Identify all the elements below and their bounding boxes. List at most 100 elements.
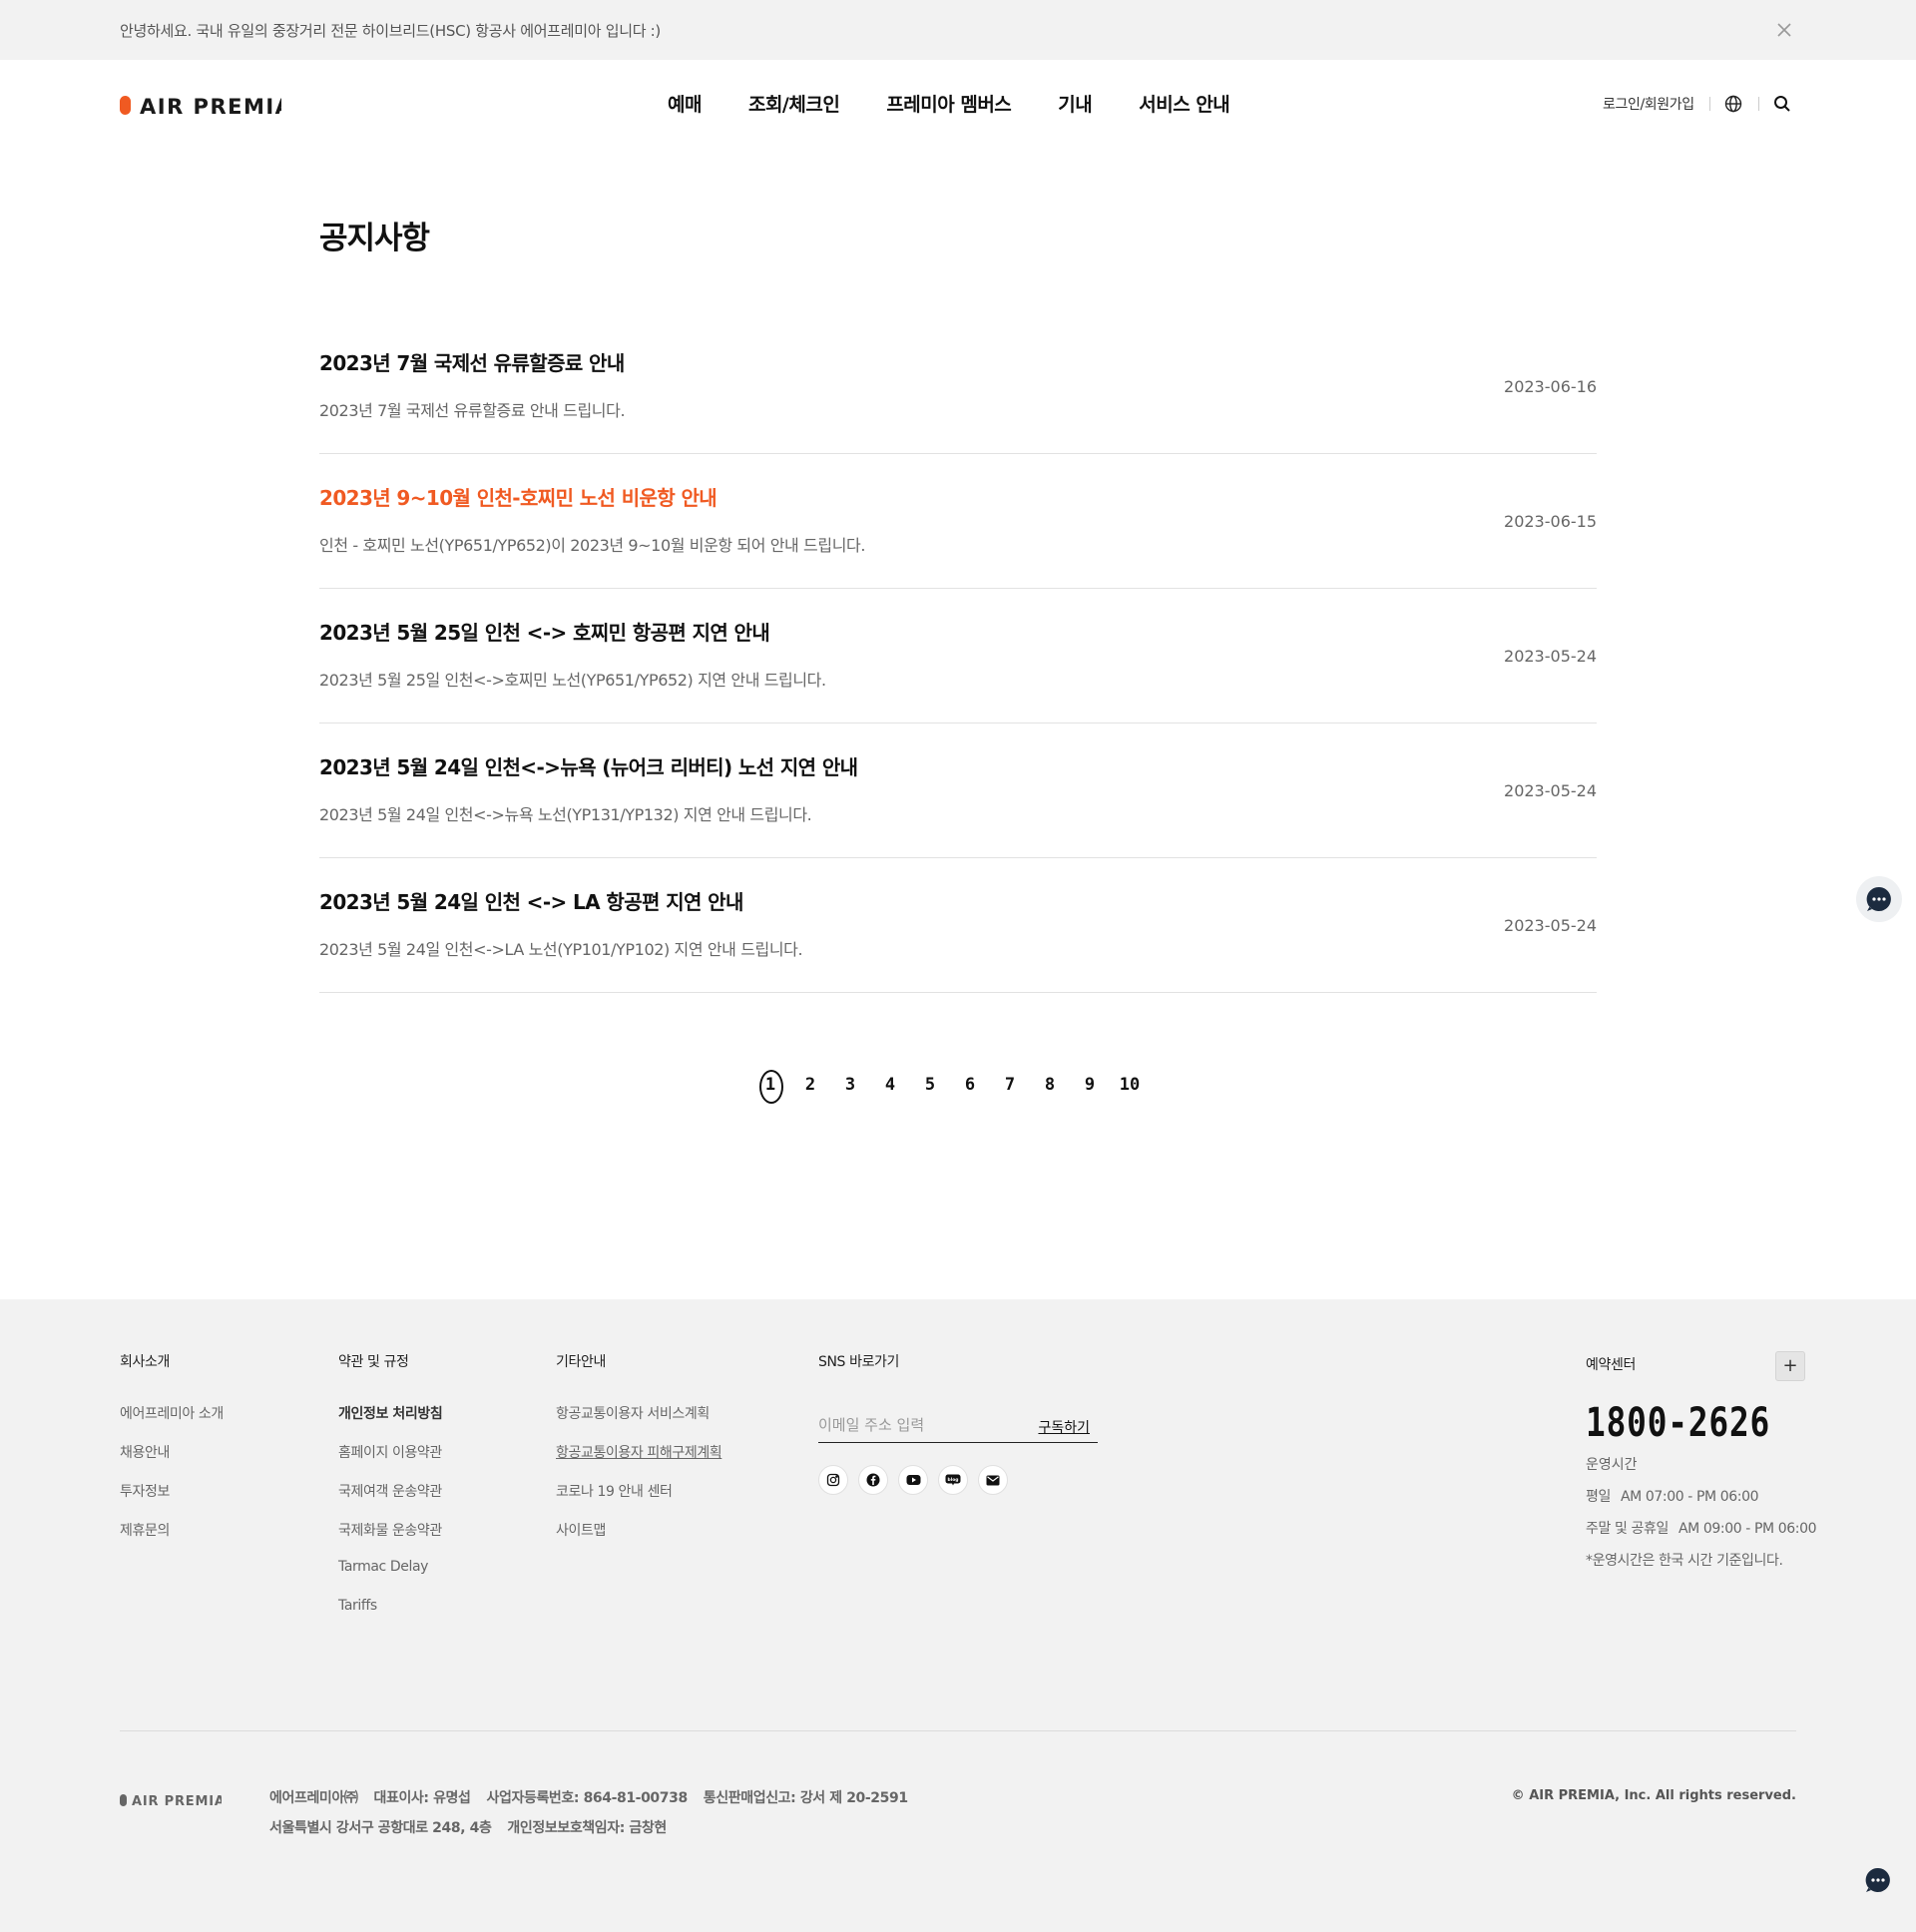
page-7-button[interactable]: 7 xyxy=(990,1068,1030,1102)
company-biz-no: 사업자등록번호: 864-81-00738 xyxy=(486,1790,689,1806)
weekday-time: AM 07:00 - PM 06:00 xyxy=(1620,1489,1759,1505)
notice-bar: 안녕하세요. 국내 유일의 중장거리 전문 하이브리드(HSC) 항공사 에어프… xyxy=(0,0,1916,60)
page-1-button[interactable]: 1 xyxy=(750,1068,790,1104)
notice-item[interactable]: 2023년 9~10월 인천-호찌민 노선 비운항 안내 인천 - 호찌민 노선… xyxy=(319,454,1597,589)
page-4-button[interactable]: 4 xyxy=(870,1068,910,1102)
login-link[interactable]: 로그인/회원가입 xyxy=(1603,94,1694,114)
nav-inflight[interactable]: 기내 xyxy=(1058,90,1092,117)
page-5-button[interactable]: 5 xyxy=(910,1068,950,1102)
footer-link[interactable]: 국제여객 운송약관 xyxy=(338,1481,442,1520)
expand-button[interactable]: + xyxy=(1775,1351,1805,1381)
footer-col-terms: 약관 및 규정 개인정보 처리방침 홈페이지 이용약관 국제여객 운송약관 국제… xyxy=(338,1351,443,1637)
footer-link[interactable]: 제휴문의 xyxy=(120,1520,224,1559)
nav-reservation[interactable]: 예매 xyxy=(668,90,702,117)
svg-text:blog: blog xyxy=(947,1477,958,1483)
notice-date: 2023-06-16 xyxy=(1504,377,1597,396)
weekday-hours: 평일 AM 07:00 - PM 06:00 xyxy=(1586,1486,1807,1506)
mail-icon[interactable] xyxy=(978,1465,1008,1495)
footer-link[interactable]: Tarmac Delay xyxy=(338,1559,442,1598)
divider xyxy=(1709,97,1710,111)
notice-item[interactable]: 2023년 5월 24일 인천 <-> LA 항공편 지연 안내 2023년 5… xyxy=(319,858,1597,993)
footer-col-title: 회사소개 xyxy=(120,1354,170,1370)
page-3-button[interactable]: 3 xyxy=(830,1068,870,1102)
footer-link[interactable]: 채용안내 xyxy=(120,1442,224,1481)
hours-label: 운영시간 xyxy=(1586,1457,1638,1473)
youtube-icon[interactable] xyxy=(898,1465,928,1495)
company-ceo: 대표이사: 유명섭 xyxy=(373,1790,471,1806)
footer-col-company: 회사소개 에어프레미아 소개 채용안내 투자정보 제휴문의 xyxy=(120,1351,224,1559)
footer-link[interactable]: 사이트맵 xyxy=(556,1520,721,1559)
notice-date: 2023-05-24 xyxy=(1504,916,1597,935)
notice-title[interactable]: 2023년 5월 24일 인천<->뉴욕 (뉴어크 리버티) 노선 지연 안내 xyxy=(319,751,858,780)
notice-title[interactable]: 2023년 5월 25일 인천 <-> 호찌민 항공편 지연 안내 xyxy=(319,617,770,646)
page-10-button[interactable]: 10 xyxy=(1110,1068,1150,1102)
notice-list: 2023년 7월 국제선 유류할증료 안내 2023년 7월 국제선 유류할증료… xyxy=(319,319,1597,993)
close-icon[interactable] xyxy=(1774,20,1794,40)
air-premia-logo[interactable]: AIR PREMIA xyxy=(120,93,281,119)
search-icon[interactable] xyxy=(1772,94,1792,114)
blog-icon[interactable]: blog xyxy=(938,1465,968,1495)
footer-col-title: 기타안내 xyxy=(556,1354,606,1370)
footer-link[interactable]: 홈페이지 이용약관 xyxy=(338,1442,442,1481)
footer-col-title: 약관 및 규정 xyxy=(338,1354,409,1370)
notice-description: 인천 - 호찌민 노선(YP651/YP652)이 2023년 9~10월 비운… xyxy=(319,536,866,555)
notice-item[interactable]: 2023년 5월 24일 인천<->뉴욕 (뉴어크 리버티) 노선 지연 안내 … xyxy=(319,724,1597,858)
page-title: 공지사항 xyxy=(319,221,430,256)
page-2-button[interactable]: 2 xyxy=(790,1068,830,1102)
company-ecommerce: 통신판매업신고: 강서 제 20-2591 xyxy=(703,1790,908,1806)
footer-link[interactable]: Tariffs xyxy=(338,1598,442,1637)
weekend-hours: 주말 및 공휴일 AM 09:00 - PM 06:00 xyxy=(1586,1518,1817,1538)
notice-description: 2023년 5월 24일 인천<->LA 노선(YP101/YP102) 지연 … xyxy=(319,940,803,959)
weekend-label: 주말 및 공휴일 xyxy=(1586,1521,1669,1537)
footer-link[interactable]: 에어프레미아 소개 xyxy=(120,1403,224,1442)
site-header: AIR PREMIA 예매 조회/체크인 프레미아 멤버스 기내 서비스 안내 … xyxy=(0,60,1916,148)
call-center-title: 예약센터 xyxy=(1586,1357,1636,1373)
nav-checkin[interactable]: 조회/체크인 xyxy=(748,90,840,117)
company-address: 서울특별시 강서구 공항대로 248, 4층 xyxy=(269,1820,492,1836)
call-center: 예약센터 + 1800-2626 운영시간 평일 AM 07:00 - PM 06… xyxy=(1586,1351,1817,1570)
notice-title[interactable]: 2023년 7월 국제선 유류할증료 안내 xyxy=(319,347,625,376)
divider xyxy=(1758,97,1759,111)
footer-link[interactable]: 투자정보 xyxy=(120,1481,224,1520)
footer-link[interactable]: 항공교통이용자 피해구제계획 xyxy=(556,1442,722,1481)
notice-date: 2023-06-15 xyxy=(1504,512,1597,531)
sns-section: SNS 바로가기 구독하기 blog xyxy=(818,1351,1098,1495)
page-9-button[interactable]: 9 xyxy=(1070,1068,1110,1102)
notice-item[interactable]: 2023년 7월 국제선 유류할증료 안내 2023년 7월 국제선 유류할증료… xyxy=(319,319,1597,454)
pagination: 1 2 3 4 5 6 7 8 9 10 xyxy=(750,1068,1150,1104)
email-input[interactable] xyxy=(818,1411,1018,1439)
footer-divider xyxy=(120,1730,1796,1731)
chat-icon[interactable] xyxy=(1864,1866,1892,1894)
footer-logo-text: AIR PREMIA xyxy=(132,1794,222,1808)
subscribe-button[interactable]: 구독하기 xyxy=(1038,1417,1090,1437)
company-privacy-officer: 개인정보보호책임자: 금창현 xyxy=(507,1820,667,1836)
phone-number: 1800-2626 xyxy=(1586,1400,1771,1446)
chat-icon xyxy=(1866,886,1891,911)
page-6-button[interactable]: 6 xyxy=(950,1068,990,1102)
footer-link[interactable]: 개인정보 처리방침 xyxy=(338,1403,443,1442)
facebook-icon[interactable] xyxy=(858,1465,888,1495)
notice-bar-text: 안녕하세요. 국내 유일의 중장거리 전문 하이브리드(HSC) 항공사 에어프… xyxy=(120,22,661,40)
footer-link[interactable]: 국제화물 운송약관 xyxy=(338,1520,442,1559)
company-name: 에어프레미아㈜ xyxy=(269,1790,358,1806)
notice-description: 2023년 5월 24일 인천<->뉴욕 노선(YP131/YP132) 지연 … xyxy=(319,805,812,824)
page-8-button[interactable]: 8 xyxy=(1030,1068,1070,1102)
company-info: 에어프레미아㈜ 대표이사: 유명섭 사업자등록번호: 864-81-00738 통신판… xyxy=(269,1787,908,1847)
weekend-time: AM 09:00 - PM 06:00 xyxy=(1677,1521,1817,1537)
footer-link[interactable]: 항공교통이용자 서비스계획 xyxy=(556,1403,721,1442)
notice-date: 2023-05-24 xyxy=(1504,647,1597,666)
chat-button[interactable] xyxy=(1856,876,1902,922)
globe-icon[interactable] xyxy=(1723,94,1743,114)
footer-link[interactable]: 코로나 19 안내 센터 xyxy=(556,1481,721,1520)
newsletter-form: 구독하기 xyxy=(818,1411,1098,1443)
instagram-icon[interactable] xyxy=(818,1465,848,1495)
nav-service[interactable]: 서비스 안내 xyxy=(1139,90,1230,117)
notice-item[interactable]: 2023년 5월 25일 인천 <-> 호찌민 항공편 지연 안내 2023년 … xyxy=(319,589,1597,724)
logo-text: AIR PREMIA xyxy=(140,95,281,119)
notice-title[interactable]: 2023년 9~10월 인천-호찌민 노선 비운항 안내 xyxy=(319,482,718,511)
notice-title[interactable]: 2023년 5월 24일 인천 <-> LA 항공편 지연 안내 xyxy=(319,886,743,915)
nav-members[interactable]: 프레미아 멤버스 xyxy=(886,90,1011,117)
main-nav: 예매 조회/체크인 프레미아 멤버스 기내 서비스 안내 xyxy=(668,90,1230,117)
site-footer: 회사소개 에어프레미아 소개 채용안내 투자정보 제휴문의 약관 및 규정 개인… xyxy=(0,1299,1916,1932)
footer-col-etc: 기타안내 항공교통이용자 서비스계획 항공교통이용자 피해구제계획 코로나 19… xyxy=(556,1351,722,1559)
